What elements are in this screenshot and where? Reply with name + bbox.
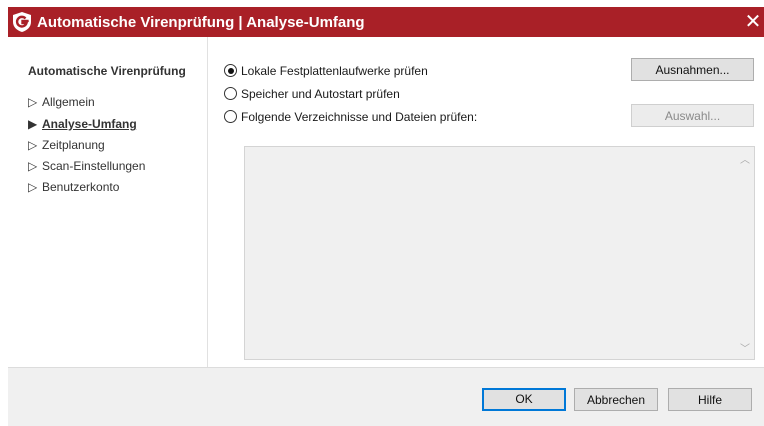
sidebar-item-scan-einstellungen[interactable]: ▷ Scan-Einstellungen	[28, 159, 145, 173]
triangle-right-icon: ▷	[28, 159, 38, 173]
radio-memory-autostart[interactable]: Speicher und Autostart prüfen	[224, 87, 400, 101]
radio-button[interactable]	[224, 87, 237, 100]
triangle-right-icon: ▷	[28, 180, 38, 194]
main-panel: Lokale Festplattenlaufwerke prüfen Speic…	[208, 37, 764, 367]
scroll-down-icon[interactable]: ﹀	[740, 340, 750, 355]
cancel-button[interactable]: Abbrechen	[574, 388, 658, 411]
selection-button[interactable]: Auswahl...	[631, 104, 754, 127]
radio-folders-files[interactable]: Folgende Verzeichnisse und Dateien prüfe…	[224, 110, 477, 124]
dialog-window: Automatische Virenprüfung | Analyse-Umfa…	[8, 7, 764, 426]
scroll-up-icon[interactable]: ︿	[740, 151, 750, 166]
window-title: Automatische Virenprüfung | Analyse-Umfa…	[37, 14, 365, 31]
title-bar[interactable]: Automatische Virenprüfung | Analyse-Umfa…	[8, 7, 764, 37]
triangle-right-icon: ▷	[28, 95, 38, 109]
sidebar: Automatische Virenprüfung ▷ Allgemein ▶ An…	[8, 37, 208, 367]
gdata-shield-icon	[13, 12, 31, 32]
radio-button[interactable]	[224, 64, 237, 77]
folder-list[interactable]: ︿ ﹀	[244, 146, 755, 360]
radio-local-drives[interactable]: Lokale Festplattenlaufwerke prüfen	[224, 64, 428, 78]
help-button[interactable]: Hilfe	[668, 388, 752, 411]
triangle-right-icon: ▶	[28, 117, 38, 131]
sidebar-item-analyse-umfang[interactable]: ▶ Analyse-Umfang	[28, 117, 137, 131]
sidebar-heading: Automatische Virenprüfung	[28, 64, 186, 78]
sidebar-item-benutzerkonto[interactable]: ▷ Benutzerkonto	[28, 180, 119, 194]
ok-button[interactable]: OK	[482, 388, 566, 411]
close-icon[interactable]: ✕	[742, 7, 764, 37]
button-bar: OK Abbrechen Hilfe	[8, 367, 764, 426]
sidebar-item-allgemein[interactable]: ▷ Allgemein	[28, 95, 95, 109]
radio-button[interactable]	[224, 110, 237, 123]
sidebar-item-zeitplanung[interactable]: ▷ Zeitplanung	[28, 138, 105, 152]
exceptions-button[interactable]: Ausnahmen...	[631, 58, 754, 81]
triangle-right-icon: ▷	[28, 138, 38, 152]
